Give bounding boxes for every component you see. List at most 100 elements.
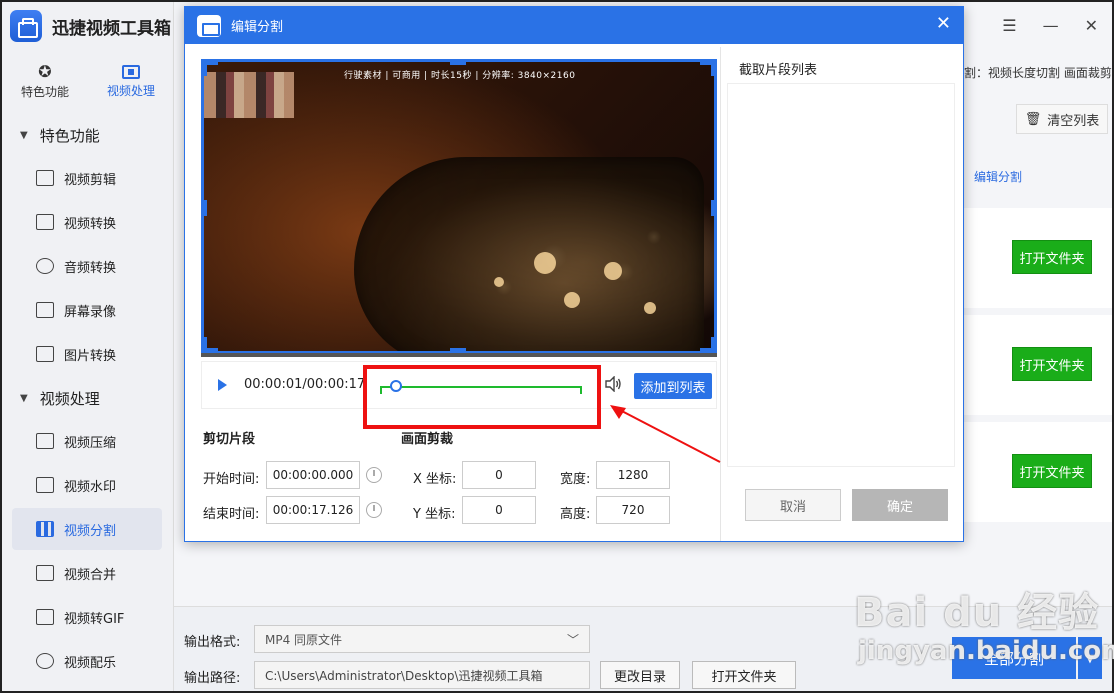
merge-icon bbox=[36, 565, 54, 581]
close-window-icon[interactable]: ✕ bbox=[1085, 16, 1098, 35]
caret-down-icon: ▼ bbox=[20, 129, 28, 141]
tab-featured[interactable]: ✪ 特色功能 bbox=[2, 58, 88, 106]
sidebar-item-label: 视频剪辑 bbox=[64, 172, 117, 188]
start-time-label: 开始时间: bbox=[203, 472, 260, 487]
output-format-label: 输出格式: bbox=[184, 635, 241, 650]
end-time-input[interactable]: 00:00:17.126 bbox=[266, 496, 360, 524]
brand: 迅捷视频工具箱 bbox=[10, 10, 171, 42]
music-icon bbox=[36, 653, 54, 669]
image-icon bbox=[36, 346, 54, 362]
sidebar-item-video-edit[interactable]: 视频剪辑 bbox=[12, 157, 162, 199]
bokeh-light bbox=[604, 262, 622, 280]
change-dir-button[interactable]: 更改目录 bbox=[600, 661, 680, 689]
minimize-icon[interactable]: — bbox=[1043, 16, 1059, 35]
crop-handle[interactable] bbox=[204, 337, 207, 351]
edit-split-link[interactable]: 编辑分割 bbox=[974, 168, 1022, 185]
audio-icon bbox=[36, 258, 54, 274]
crop-handle[interactable] bbox=[204, 62, 207, 76]
star-icon: ✪ bbox=[38, 62, 52, 81]
height-label: 高度: bbox=[560, 507, 591, 522]
confirm-button[interactable]: 确定 bbox=[852, 489, 948, 521]
highlight-box bbox=[363, 365, 601, 429]
sidebar-item-audio-convert[interactable]: 音频转换 bbox=[12, 245, 162, 287]
crop-handle[interactable] bbox=[204, 200, 207, 216]
caret-down-icon: ▼ bbox=[20, 392, 28, 404]
reset-time-icon[interactable] bbox=[366, 467, 382, 483]
app-logo-icon bbox=[10, 10, 42, 42]
dialog-title: 编辑分割 bbox=[231, 20, 284, 35]
play-icon[interactable] bbox=[218, 379, 227, 391]
start-time-input[interactable]: 00:00:00.000 bbox=[266, 461, 360, 489]
clear-list-button[interactable]: 🗑 清空列表 bbox=[1016, 104, 1108, 134]
video-preview[interactable]: 行驶素材 | 可商用 | 时长15秒 | 分辨率: 3840×2160 bbox=[201, 59, 717, 354]
section-featured[interactable]: ▼ 特色功能 bbox=[2, 115, 174, 155]
sidebar-item-video-to-gif[interactable]: 视频转GIF bbox=[12, 596, 162, 638]
menu-icon[interactable]: ☰ bbox=[1002, 16, 1016, 35]
app-title: 迅捷视频工具箱 bbox=[52, 18, 171, 39]
watermark-icon bbox=[36, 477, 54, 493]
section-video-processing[interactable]: ▼ 视频处理 bbox=[2, 378, 174, 418]
crop-icon bbox=[36, 170, 54, 186]
sidebar-item-label: 视频水印 bbox=[64, 479, 117, 495]
y-coord-label: Y 坐标: bbox=[413, 507, 456, 522]
watermark-sub: jingyan.baidu.com bbox=[858, 636, 1114, 666]
sidebar-item-video-watermark[interactable]: 视频水印 bbox=[12, 464, 162, 506]
end-time-label: 结束时间: bbox=[203, 507, 260, 522]
sidebar-item-video-music[interactable]: 视频配乐 bbox=[12, 640, 162, 682]
crop-section-title: 画面剪裁 bbox=[401, 432, 454, 447]
sidebar-item-screen-record[interactable]: 屏幕录像 bbox=[12, 289, 162, 331]
sidebar-item-video-compress[interactable]: 视频压缩 bbox=[12, 420, 162, 462]
open-folder-button[interactable]: 打开文件夹 bbox=[1012, 347, 1092, 381]
compress-icon bbox=[36, 433, 54, 449]
split-icon bbox=[36, 521, 54, 537]
mosaic-blur bbox=[204, 72, 294, 118]
sidebar-item-label: 视频压缩 bbox=[64, 435, 117, 451]
cancel-button[interactable]: 取消 bbox=[745, 489, 841, 521]
sidebar-item-label: 视频分割 bbox=[64, 523, 117, 539]
crop-handle[interactable] bbox=[711, 337, 714, 351]
open-folder-bottom-button[interactable]: 打开文件夹 bbox=[692, 661, 796, 689]
tab-video-processing[interactable]: 视频处理 bbox=[88, 58, 174, 106]
sidebar-item-label: 视频合并 bbox=[64, 567, 117, 583]
edit-split-dialog: 编辑分割 ✕ 行驶素材 | 可商用 | 时长15秒 | 分辨率: 3840×21… bbox=[184, 6, 964, 542]
bokeh-light bbox=[564, 292, 580, 308]
clip-list[interactable] bbox=[727, 83, 955, 467]
crop-handle[interactable] bbox=[711, 62, 714, 76]
crop-handle[interactable] bbox=[450, 62, 466, 65]
trash-icon: 🗑 bbox=[1024, 111, 1042, 127]
video-progress-rail bbox=[201, 353, 717, 357]
screen-record-icon bbox=[36, 302, 54, 318]
output-path-input[interactable]: C:\Users\Administrator\Desktop\迅捷视频工具箱 bbox=[254, 661, 590, 689]
sidebar-item-video-convert[interactable]: 视频转换 bbox=[12, 201, 162, 243]
bokeh-light bbox=[494, 277, 504, 287]
clear-list-label: 清空列表 bbox=[1047, 113, 1100, 129]
top-tabs: ✪ 特色功能 视频处理 bbox=[2, 58, 174, 106]
y-coord-input[interactable]: 0 bbox=[462, 496, 536, 524]
crop-handle[interactable] bbox=[450, 348, 466, 351]
output-format-select[interactable]: MP4 同原文件 ﹀ bbox=[254, 625, 590, 653]
window-controls: ☰ — ✕ bbox=[1002, 16, 1098, 35]
sidebar-item-label: 视频转换 bbox=[64, 216, 117, 232]
close-icon[interactable]: ✕ bbox=[936, 15, 951, 33]
open-folder-button[interactable]: 打开文件夹 bbox=[1012, 454, 1092, 488]
sidebar-item-label: 图片转换 bbox=[64, 348, 117, 364]
sidebar: 迅捷视频工具箱 ✪ 特色功能 视频处理 ▼ 特色功能 视频剪辑 视频转换 音频转… bbox=[2, 2, 174, 691]
x-coord-input[interactable]: 0 bbox=[462, 461, 536, 489]
film-icon bbox=[122, 65, 140, 79]
section-label: 视频处理 bbox=[39, 389, 100, 408]
video-mirror-shape bbox=[354, 157, 704, 351]
annotation-arrow bbox=[610, 405, 721, 463]
sidebar-item-video-split[interactable]: 视频分割 bbox=[12, 508, 162, 550]
height-input[interactable]: 720 bbox=[596, 496, 670, 524]
tab-featured-label: 特色功能 bbox=[20, 85, 69, 99]
crop-handle[interactable] bbox=[711, 200, 714, 216]
video-info-overlay: 行驶素材 | 可商用 | 时长15秒 | 分辨率: 3840×2160 bbox=[344, 71, 576, 81]
watermark: Bai du 经验 jingyan.baidu.com bbox=[854, 580, 1114, 670]
sidebar-item-video-merge[interactable]: 视频合并 bbox=[12, 552, 162, 594]
reset-time-icon[interactable] bbox=[366, 502, 382, 518]
speaker-icon[interactable] bbox=[604, 376, 622, 392]
bokeh-light bbox=[644, 302, 656, 314]
sidebar-item-image-convert[interactable]: 图片转换 bbox=[12, 333, 162, 375]
open-folder-button[interactable]: 打开文件夹 bbox=[1012, 240, 1092, 274]
add-to-list-button[interactable]: 添加到列表 bbox=[634, 373, 712, 399]
